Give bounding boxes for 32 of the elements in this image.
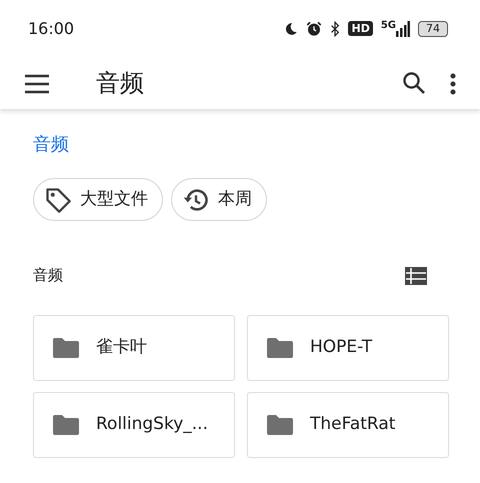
filter-chip[interactable]: 大型文件 [33,178,163,221]
signal-icon [396,20,410,36]
network-type: 5G [380,20,396,30]
more-icon [450,72,456,95]
list-view-icon [404,266,428,286]
folder-icon [266,337,294,359]
filter-chip[interactable]: 本周 [171,178,267,221]
section-title: 音频 [33,264,63,286]
folder-name: HOPE-T [310,336,372,360]
alarm-icon [306,20,322,36]
toolbar-title: 音频 [96,68,145,99]
hd-indicator: HD [348,21,373,36]
folder-card[interactable]: RollingSky_... [33,392,235,458]
folder-icon [266,414,294,436]
tag-icon [44,186,72,214]
folder-card[interactable]: HOPE-T [247,315,449,381]
folder-icon [52,337,80,359]
folder-name: TheFatRat [310,413,396,436]
search-button[interactable] [402,70,426,96]
battery-indicator: 74 [418,20,448,36]
folder-name: RollingSky_... [96,413,208,436]
folder-card[interactable]: 雀卡叶 [33,315,235,381]
menu-icon [24,74,50,94]
breadcrumb-link[interactable]: 音频 [33,131,69,158]
moon-icon [284,22,298,36]
bluetooth-icon [330,20,340,36]
status-time: 16:00 [28,18,74,40]
folder-icon [52,414,80,436]
folder-card[interactable]: TheFatRat [247,392,449,458]
more-button[interactable] [450,71,456,95]
search-icon [402,71,426,96]
folder-name: 雀卡叶 [96,336,147,360]
